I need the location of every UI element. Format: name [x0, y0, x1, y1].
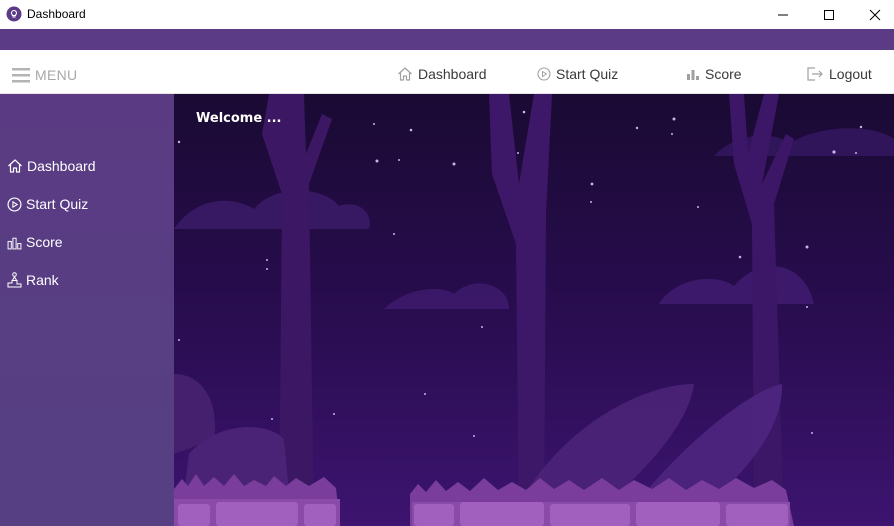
maximize-button[interactable]: [806, 0, 852, 29]
app-logo-icon: [6, 6, 22, 22]
close-icon: [869, 9, 881, 20]
topnav-score[interactable]: Score: [686, 63, 742, 85]
sidebar-item-label: Dashboard: [27, 158, 96, 174]
sidebar-item-rank[interactable]: Rank: [7, 269, 59, 291]
maximize-icon: [824, 9, 834, 20]
topnav-logout[interactable]: Logout: [806, 63, 872, 85]
header-accent-strip: [0, 29, 894, 50]
sidebar-item-label: Start Quiz: [26, 196, 89, 212]
main-content: Welcome ...: [174, 94, 894, 526]
topnav-start-quiz-label: Start Quiz: [556, 66, 619, 82]
bar-chart-icon: [687, 70, 699, 80]
window-title: Dashboard: [27, 7, 86, 21]
forest-night-illustration: [174, 94, 894, 526]
topnav-score-label: Score: [705, 66, 742, 82]
sidebar-item-label: Score: [26, 234, 63, 250]
sidebar-item-label: Rank: [26, 272, 59, 288]
menu-label: MENU: [35, 67, 78, 83]
play-circle-icon: [7, 196, 22, 212]
topnav-dashboard[interactable]: Dashboard: [397, 63, 487, 85]
sidebar-item-score[interactable]: Score: [7, 231, 63, 253]
topnav-dashboard-label: Dashboard: [418, 66, 487, 82]
close-button[interactable]: [852, 0, 894, 29]
logout-icon: [807, 67, 823, 81]
minimize-icon: [778, 14, 788, 15]
menu-toggle-button[interactable]: MENU: [12, 65, 77, 85]
window-titlebar: Dashboard: [0, 0, 894, 29]
hamburger-icon: [12, 68, 30, 83]
play-circle-icon: [537, 67, 551, 81]
bar-chart-icon: [7, 237, 22, 249]
topnav-logout-label: Logout: [829, 66, 872, 82]
sidebar-item-start-quiz[interactable]: Start Quiz: [7, 193, 88, 215]
top-navigation: MENU Dashboard Start Quiz Score Logout: [0, 50, 894, 94]
minimize-button[interactable]: [760, 0, 806, 29]
sidebar: Dashboard Start Quiz Score Rank: [0, 94, 174, 526]
welcome-heading: Welcome ...: [196, 111, 282, 126]
home-icon: [398, 67, 412, 81]
podium-person-icon: [7, 272, 22, 288]
home-icon: [8, 159, 22, 173]
sidebar-item-dashboard[interactable]: Dashboard: [7, 155, 96, 177]
topnav-start-quiz[interactable]: Start Quiz: [537, 63, 618, 85]
